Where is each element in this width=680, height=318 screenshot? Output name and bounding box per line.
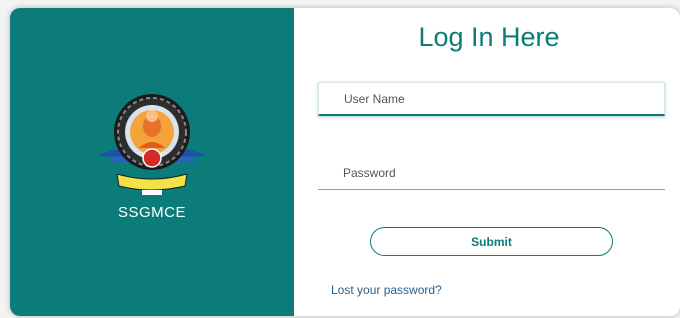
password-input[interactable]	[318, 156, 665, 190]
lost-password-link[interactable]: Lost your password?	[331, 283, 442, 297]
branding-panel: SSGMCE	[10, 8, 294, 316]
username-input[interactable]	[318, 82, 665, 116]
submit-button[interactable]: Submit	[370, 227, 613, 256]
page-title: Log In Here	[418, 22, 560, 52]
brand-name: SSGMCE	[117, 204, 186, 221]
college-emblem-logo	[97, 94, 207, 195]
login-card: SSGMCE Log In Here Submit Lost your pass…	[10, 8, 680, 316]
login-form-panel: Log In Here Submit Lost your password?	[294, 8, 680, 316]
